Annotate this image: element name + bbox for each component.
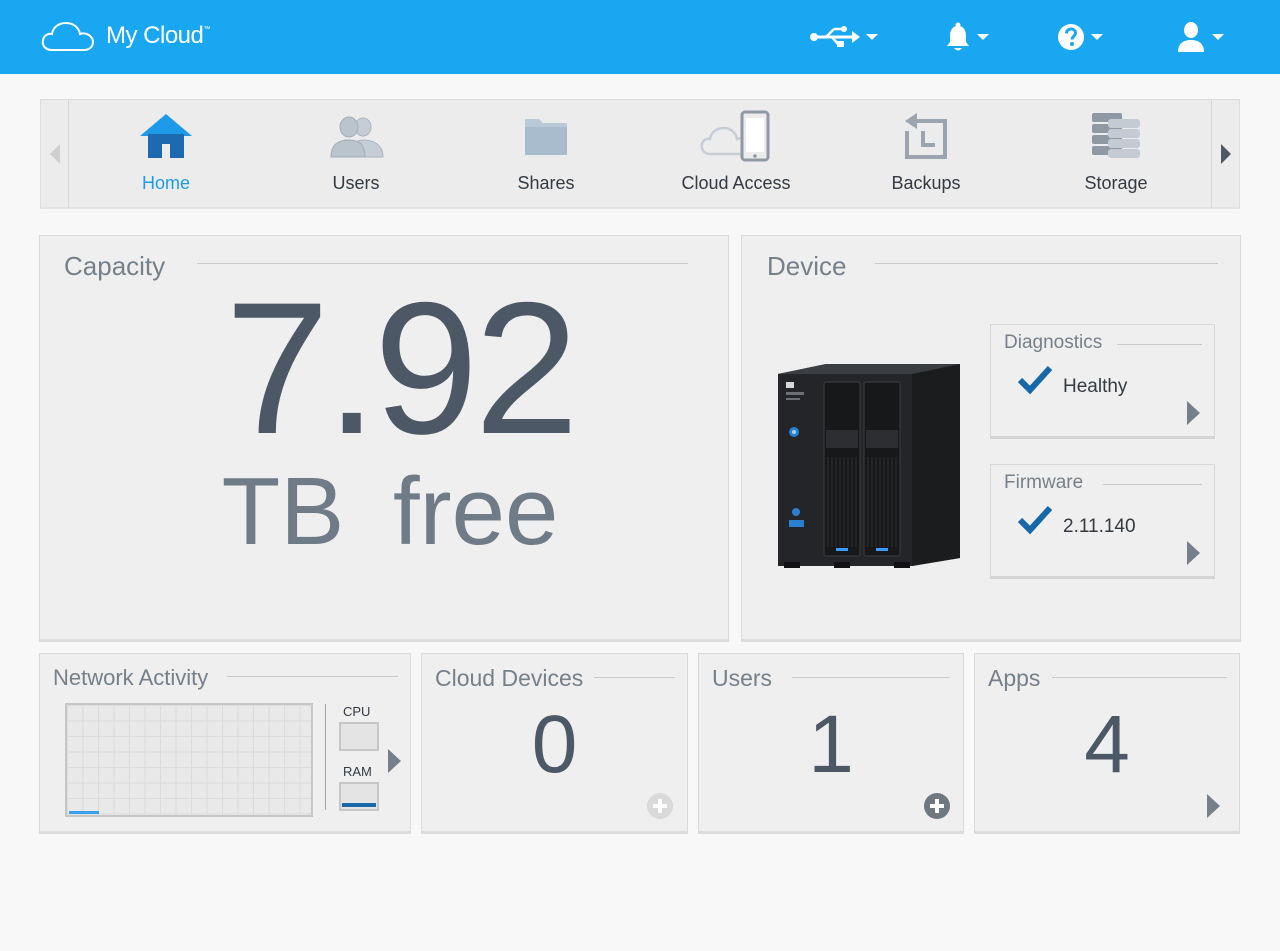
capacity-unit: TB free <box>221 458 559 565</box>
nav-item-label: Cloud Access <box>681 173 791 193</box>
home-icon <box>140 114 192 158</box>
device-title: Device <box>767 251 847 281</box>
chevron-down-icon <box>1091 34 1103 40</box>
divider <box>792 677 949 678</box>
chevron-down-icon <box>977 34 989 40</box>
cloud-phone-icon <box>700 110 770 162</box>
divider <box>1117 344 1202 345</box>
nav-item-label: Storage <box>1084 173 1148 193</box>
firmware-card[interactable]: Firmware 2.11.140 <box>990 464 1215 579</box>
nav-item-backups[interactable]: Backups <box>851 108 1001 203</box>
top-bar: My Cloud™ <box>0 0 1280 74</box>
graph-line <box>69 811 99 814</box>
add-cloud-device-button[interactable] <box>647 793 673 819</box>
diagnostics-title: Diagnostics <box>1004 332 1103 353</box>
nav-item-storage[interactable]: Storage <box>1041 108 1191 203</box>
ram-label: RAM <box>343 764 372 779</box>
add-user-button[interactable] <box>924 793 950 819</box>
chevron-right-icon[interactable] <box>388 749 401 773</box>
chevron-right-icon[interactable] <box>1207 794 1220 818</box>
brand: My Cloud™ <box>40 18 210 54</box>
users-count: 1 <box>808 699 854 790</box>
diagnostics-card[interactable]: Diagnostics Healthy <box>990 324 1215 439</box>
nav-item-label: Users <box>332 173 380 193</box>
apps-panel: Apps 4 <box>974 653 1240 834</box>
notifications-menu[interactable] <box>945 20 989 54</box>
divider <box>1052 677 1227 678</box>
divider <box>1103 484 1202 485</box>
divider <box>875 263 1218 264</box>
chevron-down-icon <box>866 34 878 40</box>
nav-scroll-left[interactable] <box>41 100 69 208</box>
diagnostics-value: Healthy <box>1063 376 1128 397</box>
apps-title: Apps <box>988 665 1041 691</box>
nav-scroll-right[interactable] <box>1211 100 1239 208</box>
account-menu[interactable] <box>1176 20 1224 54</box>
cloud-devices-title: Cloud Devices <box>435 665 584 691</box>
ram-meter-fill <box>342 803 376 807</box>
users-icon <box>330 116 384 158</box>
chevron-left-icon <box>49 144 60 164</box>
cloud-devices-panel: Cloud Devices 0 <box>421 653 688 834</box>
help-icon <box>1058 24 1084 50</box>
nav-item-label: Shares <box>517 173 575 193</box>
firmware-value: 2.11.140 <box>1063 516 1136 537</box>
divider <box>227 676 398 677</box>
backup-icon <box>905 113 947 159</box>
device-panel: Device Diagnostics Healthy Firmware 2.11… <box>741 235 1241 642</box>
divider <box>594 677 675 678</box>
cpu-meter <box>339 722 379 751</box>
cloud-logo-icon <box>41 21 95 51</box>
apps-count: 4 <box>1084 699 1130 790</box>
user-icon <box>1178 22 1204 52</box>
nas-device-image <box>778 364 960 568</box>
nav-item-label: Home <box>141 173 190 193</box>
help-menu[interactable] <box>1057 20 1103 54</box>
chevron-down-icon <box>1212 34 1224 40</box>
nav-item-shares[interactable]: Shares <box>471 108 621 203</box>
nav-item-cloud-access[interactable]: Cloud Access <box>661 108 811 203</box>
usb-icon <box>810 26 860 47</box>
nav-item-users[interactable]: Users <box>281 108 431 203</box>
capacity-title: Capacity <box>64 251 166 281</box>
users-title: Users <box>712 665 773 691</box>
network-activity-title: Network Activity <box>53 665 209 690</box>
network-graph <box>65 703 313 817</box>
checkmark-icon <box>1017 505 1053 535</box>
ram-meter <box>339 782 379 811</box>
main-navigation: Home Users Shares Cloud Access Backups S… <box>40 99 1240 209</box>
folder-icon <box>525 119 567 155</box>
network-activity-panel: Network Activity CPU RAM <box>39 653 411 834</box>
usb-menu[interactable] <box>808 20 878 54</box>
cpu-label: CPU <box>343 704 371 719</box>
divider <box>325 704 326 810</box>
brand-title: My Cloud™ <box>106 22 210 49</box>
capacity-panel: Capacity 7.92 TB free <box>39 235 729 642</box>
nav-item-home[interactable]: Home <box>91 108 241 203</box>
chevron-right-icon[interactable] <box>1187 401 1200 425</box>
bell-icon <box>947 22 969 51</box>
storage-icon <box>1092 113 1140 158</box>
checkmark-icon <box>1017 365 1053 395</box>
chevron-right-icon[interactable] <box>1187 541 1200 565</box>
cloud-devices-count: 0 <box>531 699 578 790</box>
capacity-value: 7.92 <box>225 263 579 473</box>
chevron-right-icon <box>1220 144 1231 164</box>
users-panel: Users 1 <box>698 653 964 834</box>
firmware-title: Firmware <box>1004 472 1084 493</box>
nav-item-label: Backups <box>891 173 961 193</box>
